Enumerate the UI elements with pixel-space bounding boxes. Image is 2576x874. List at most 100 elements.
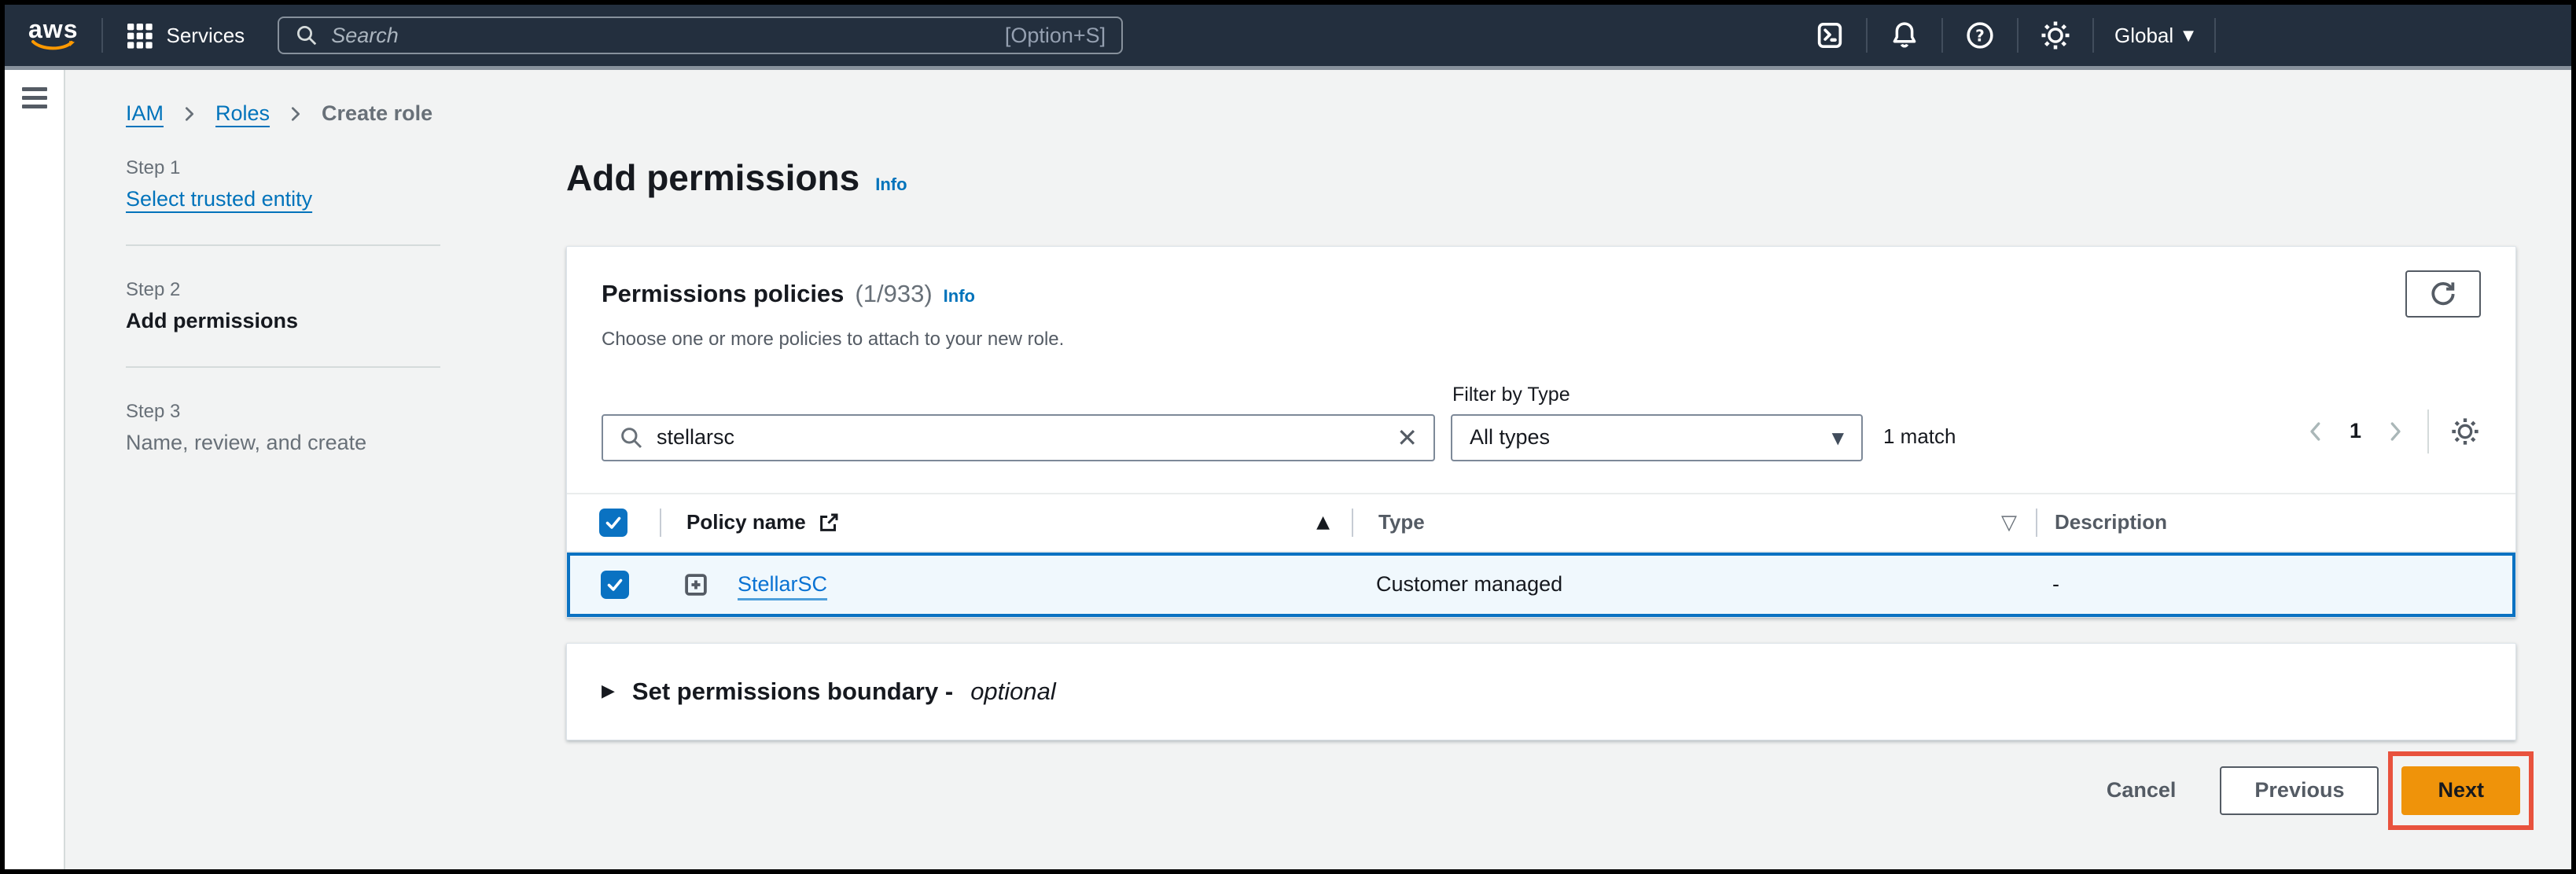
row-checkbox[interactable] — [601, 571, 629, 599]
table-preferences-button[interactable] — [2449, 416, 2481, 447]
pagination-divider — [2427, 409, 2429, 454]
select-all-cell — [567, 494, 660, 551]
gear-icon — [2039, 19, 2072, 52]
permissions-policies-card: Permissions policies (1/933) Info — [566, 246, 2516, 618]
nav-divider — [2092, 18, 2094, 53]
cancel-button[interactable]: Cancel — [2107, 778, 2177, 802]
previous-button[interactable]: Previous — [2220, 766, 2379, 815]
sort-ascending-icon[interactable]: ▲ — [1316, 512, 1330, 532]
row-description-cell: - — [2036, 572, 2512, 597]
step-divider — [126, 244, 440, 246]
permissions-boundary-expander[interactable]: ▶ Set permissions boundary - optional — [566, 643, 2516, 740]
breadcrumb-roles-link[interactable]: Roles — [215, 101, 270, 126]
wizard-step-content: Add permissions Info Permissions policie… — [566, 157, 2516, 830]
pagination: 1 — [2304, 409, 2481, 454]
step-number-label: Step 3 — [126, 401, 440, 423]
policy-search-input[interactable] — [657, 425, 1384, 450]
notifications-button[interactable] — [1888, 19, 1921, 52]
step-2-current: Add permissions — [126, 309, 440, 333]
next-page-icon[interactable] — [2383, 420, 2407, 443]
step-number-label: Step 1 — [126, 157, 440, 179]
next-button[interactable]: Next — [2401, 766, 2520, 815]
wizard-step-3: Step 3 Name, review, and create — [126, 401, 440, 455]
wizard-step-1: Step 1 Select trusted entity — [126, 157, 440, 211]
breadcrumb: IAM Roles Create role — [126, 101, 2516, 126]
card-title: Permissions policies — [602, 280, 844, 308]
page-info-link[interactable]: Info — [875, 174, 907, 195]
aws-logo-text: aws — [28, 18, 78, 40]
app-window: aws Services [Option+S] — [0, 0, 2576, 874]
nav-search-box[interactable]: [Option+S] — [278, 17, 1123, 54]
type-filter-value: All types — [1470, 425, 1550, 450]
region-label: Global — [2114, 24, 2173, 48]
current-page-number[interactable]: 1 — [2350, 419, 2361, 443]
step-number-label: Step 2 — [126, 279, 440, 301]
refresh-button[interactable] — [2405, 270, 2481, 318]
collapsed-side-navigation — [5, 70, 65, 869]
policy-name-link[interactable]: StellarSC — [738, 572, 827, 597]
wizard-footer-actions: Cancel Previous Next — [566, 751, 2516, 830]
selected-counter: (1/933) — [855, 280, 932, 308]
check-icon — [605, 575, 624, 594]
column-filter-icon[interactable]: ▽ — [2001, 511, 2017, 534]
row-select-cell — [570, 571, 660, 599]
top-navigation-bar: aws Services [Option+S] — [5, 5, 2571, 66]
table-header-row: Policy name ▲ Type — [567, 493, 2515, 553]
gear-icon — [2449, 416, 2481, 447]
breadcrumb-chevron-icon — [181, 105, 198, 123]
dropdown-caret-icon: ▼ — [1832, 428, 1844, 447]
services-menu[interactable]: Services — [123, 20, 245, 51]
refresh-icon — [2428, 279, 2458, 309]
aws-logo[interactable]: aws — [28, 18, 78, 53]
filter-by-type-label: Filter by Type — [1452, 384, 1863, 406]
nav-search-input[interactable] — [331, 24, 992, 48]
policies-table: Policy name ▲ Type — [567, 493, 2515, 617]
policy-search-box[interactable]: ✕ — [602, 414, 1435, 461]
match-count: 1 match — [1883, 424, 1956, 449]
external-link-icon — [817, 511, 841, 534]
bell-icon — [1888, 19, 1921, 52]
search-icon — [295, 24, 318, 47]
check-icon — [604, 513, 623, 532]
row-policy-cell: StellarSC — [660, 570, 1352, 600]
step-3-upcoming: Name, review, and create — [126, 431, 440, 455]
column-header-policy-name[interactable]: Policy name ▲ — [660, 494, 1352, 551]
nav-divider — [101, 18, 103, 53]
question-mark-icon: ? — [1963, 19, 1996, 52]
breadcrumb-iam-link[interactable]: IAM — [126, 101, 164, 126]
help-button[interactable]: ? — [1963, 19, 1996, 52]
nav-divider — [1866, 18, 1868, 53]
cloudshell-terminal-icon — [1814, 20, 1846, 51]
previous-page-icon[interactable] — [2304, 420, 2328, 443]
breadcrumb-current-page: Create role — [322, 101, 432, 126]
services-label: Services — [166, 24, 245, 48]
svg-text:?: ? — [1975, 26, 1985, 45]
nav-right-controls: ? Global ▼ — [1814, 18, 2551, 53]
boundary-section-title: Set permissions boundary - — [632, 678, 953, 706]
page-title: Add permissions — [566, 157, 859, 199]
expand-caret-icon: ▶ — [602, 681, 615, 701]
boundary-optional-label: optional — [970, 678, 1056, 706]
cloudshell-button[interactable] — [1814, 20, 1846, 51]
expand-policy-icon[interactable] — [681, 570, 711, 600]
type-filter-dropdown[interactable]: All types ▼ — [1451, 414, 1863, 461]
nav-divider — [1941, 18, 1943, 53]
main-content-area: IAM Roles Create role Step 1 Select trus… — [65, 70, 2571, 869]
card-info-link[interactable]: Info — [944, 286, 975, 307]
services-grid-icon — [123, 20, 155, 51]
aws-smile-icon — [31, 40, 76, 53]
table-row-selected[interactable]: StellarSC Customer managed - — [567, 553, 2515, 617]
clear-search-icon[interactable]: ✕ — [1397, 425, 1418, 450]
wizard-steps-panel: Step 1 Select trusted entity Step 2 Add … — [126, 157, 440, 830]
column-header-type[interactable]: Type ▽ — [1352, 494, 2036, 551]
step-1-link[interactable]: Select trusted entity — [126, 187, 440, 211]
menu-hamburger-icon[interactable] — [22, 87, 47, 113]
chevron-down-icon: ▼ — [2183, 28, 2194, 44]
search-shortcut-hint: [Option+S] — [1005, 24, 1106, 48]
step-divider — [126, 366, 440, 368]
column-header-description[interactable]: Description — [2036, 494, 2515, 551]
row-type-cell: Customer managed — [1352, 572, 2036, 597]
settings-button[interactable] — [2039, 19, 2072, 52]
region-selector[interactable]: Global ▼ — [2114, 24, 2194, 48]
select-all-checkbox[interactable] — [599, 509, 627, 537]
